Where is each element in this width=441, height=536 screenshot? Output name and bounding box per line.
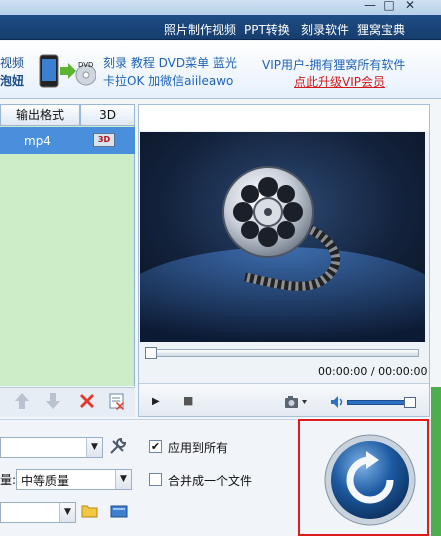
move-down-icon[interactable] xyxy=(45,392,61,413)
menu-item-photo-video[interactable]: 照片制作视频 xyxy=(164,21,236,38)
quality-value: 中等质量 xyxy=(21,474,70,488)
play-icon[interactable]: ▶ xyxy=(152,396,160,407)
banner-left-line1[interactable]: 视频 xyxy=(0,54,24,71)
folder-open-icon[interactable] xyxy=(81,503,99,522)
camera-icon[interactable] xyxy=(284,395,308,412)
chevron-down-icon[interactable]: ▼ xyxy=(59,503,75,522)
delete-icon[interactable] xyxy=(78,392,96,413)
maximize-button[interactable]: □ xyxy=(382,0,396,12)
convert-button[interactable] xyxy=(323,433,417,530)
merge-label: 合并成一个文件 xyxy=(168,474,253,488)
row-format-value: mp4 xyxy=(24,134,51,148)
vip-upgrade-link[interactable]: 点此升级VIP会员 xyxy=(294,73,385,90)
phone-dvd-icon[interactable]: DVD xyxy=(38,53,97,89)
divider xyxy=(0,419,297,420)
menu-item-ppt[interactable]: PPT转换 xyxy=(244,21,290,38)
banner-left-line2[interactable]: 泡妞 xyxy=(0,72,24,89)
col-output-format[interactable]: 输出格式 xyxy=(0,104,80,126)
apply-all-checkbox[interactable]: ✔ xyxy=(149,440,162,453)
vip-title: VIP用户-拥有狸窝所有软件 xyxy=(262,58,406,72)
menu-item-guide[interactable]: 狸窝宝典 xyxy=(357,21,405,38)
svg-text:DVD: DVD xyxy=(78,61,93,69)
volume-thumb[interactable] xyxy=(403,397,416,408)
video-preview[interactable] xyxy=(140,132,425,342)
chevron-down-icon[interactable]: ▼ xyxy=(86,438,102,457)
seek-bar[interactable] xyxy=(145,349,419,357)
merge-checkbox[interactable] xyxy=(149,473,162,486)
minimize-button[interactable]: — xyxy=(363,0,377,12)
settings-wrench-icon[interactable] xyxy=(108,436,128,459)
quality-label: 量: xyxy=(0,473,17,487)
move-up-icon[interactable] xyxy=(14,392,30,413)
banner-promo-line2[interactable]: 卡拉OK 加微信aiileawo xyxy=(103,72,233,89)
browse-folder-icon[interactable] xyxy=(110,503,128,522)
preview-header xyxy=(139,105,429,131)
time-display: 00:00:00 / 00:00:00 xyxy=(318,365,428,378)
volume-icon[interactable] xyxy=(330,395,344,412)
menu-item-burn[interactable]: 刻录软件 xyxy=(301,21,349,38)
col-3d[interactable]: 3D xyxy=(80,104,135,126)
chevron-down-icon[interactable]: ▼ xyxy=(115,470,131,489)
apply-all-label: 应用到所有 xyxy=(168,441,229,455)
side-strip xyxy=(431,387,441,536)
banner-promo-line1[interactable]: 刻录 教程 DVD菜单 蓝光 xyxy=(103,54,237,71)
seek-thumb[interactable] xyxy=(145,347,157,359)
stop-icon[interactable]: ■ xyxy=(183,394,193,407)
close-button[interactable]: ✕ xyxy=(403,0,417,12)
row-3d-badge[interactable]: 3D xyxy=(93,133,115,147)
clear-list-icon[interactable] xyxy=(108,392,126,413)
